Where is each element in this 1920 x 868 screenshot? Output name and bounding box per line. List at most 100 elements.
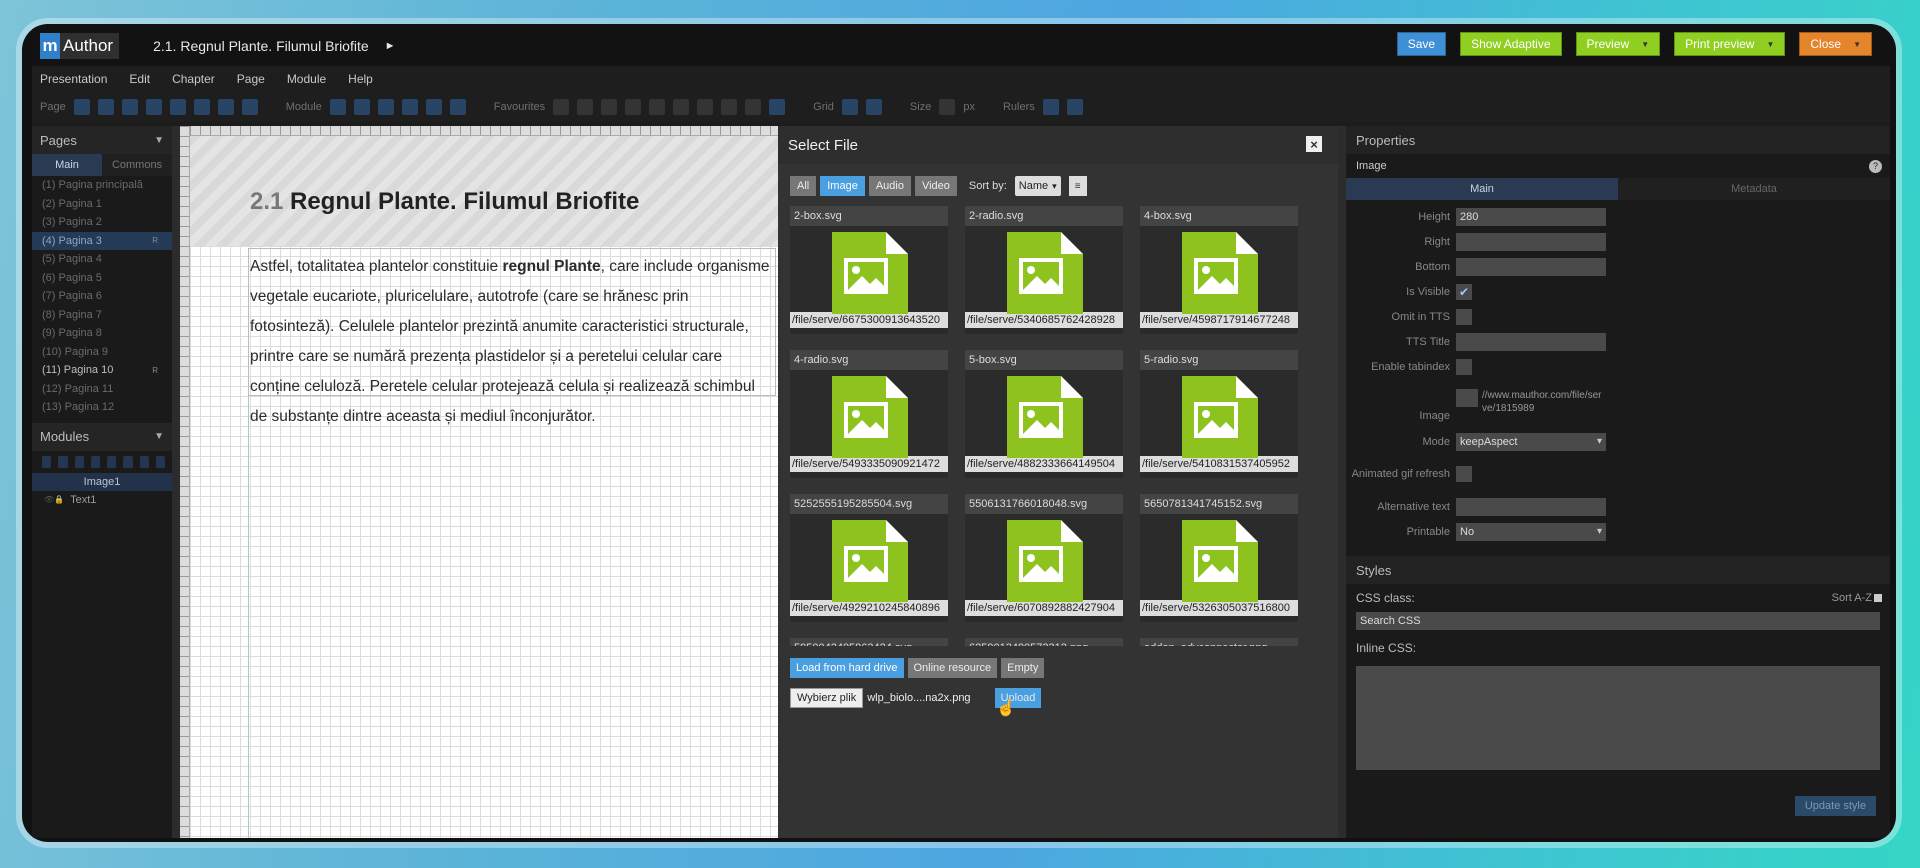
tab-main[interactable]: Main [32,154,102,176]
module-front-icon[interactable] [425,99,442,115]
page-item[interactable]: (11) Pagina 10 R [32,361,172,380]
page-item[interactable]: (13) Pagina 12 [32,398,172,417]
tts-title-input[interactable] [1456,332,1606,351]
close-icon[interactable]: × [1306,136,1322,152]
file-tile[interactable]: 6259013490573312.png [965,638,1123,646]
image-module-icon[interactable] [577,99,594,115]
mode-select[interactable]: keepAspect [1456,432,1606,451]
file-tile[interactable]: 5950042405863424.svg [790,638,948,646]
menu-module[interactable]: Module [287,72,326,86]
filter-image[interactable]: Image [820,176,865,196]
right-input[interactable] [1456,232,1606,251]
bottom-icon[interactable] [155,455,165,468]
file-tile[interactable]: 4-box.svg /file/serve/4598717914677248 [1140,206,1298,334]
page-item[interactable]: (10) Pagina 9 [32,343,172,362]
gallery-module-icon[interactable] [697,99,714,115]
file-tile[interactable]: 5650781341745152.svg /file/serve/5326305… [1140,494,1298,622]
module-paste-icon[interactable] [377,99,394,115]
preview-button[interactable]: Preview ▼ [1575,32,1661,56]
file-tile[interactable]: 2-radio.svg /file/serve/5340685762428928 [965,206,1123,334]
chart-module-icon[interactable] [649,99,666,115]
delete-icon[interactable] [90,455,100,468]
page-item[interactable]: (3) Pagina 2 [32,213,172,232]
modules-panel-header[interactable]: Modules ▼ [32,422,172,451]
page-item[interactable]: (7) Pagina 6 [32,287,172,306]
file-tile[interactable]: 5-radio.svg /file/serve/5410831537405952 [1140,350,1298,478]
tab-main[interactable]: Main [1346,178,1618,200]
module-copy-icon[interactable] [353,99,370,115]
page-delete-icon[interactable] [193,99,210,115]
play-icon[interactable]: ► [385,40,396,52]
is-visible-checkbox[interactable]: ✔ [1456,283,1472,300]
close-button[interactable]: Close ▼ [1799,32,1872,56]
page-item[interactable]: (8) Pagina 7 [32,306,172,325]
omit-tts-checkbox[interactable] [1456,308,1472,325]
search-css-input[interactable]: Search CSS [1356,612,1880,630]
add-page-icon[interactable] [73,99,90,115]
file-tile[interactable]: 5252555195285504.svg /file/serve/4929210… [790,494,948,622]
menu-presentation[interactable]: Presentation [40,72,107,86]
file-tile[interactable]: 2-box.svg /file/serve/6675300913643520 [790,206,948,334]
help-icon[interactable]: ? [1869,159,1882,173]
file-tile[interactable]: 4-radio.svg /file/serve/5493335090921472 [790,350,948,478]
left-splitter[interactable] [172,126,180,838]
size-input[interactable] [939,99,956,115]
audio-module-icon[interactable] [721,99,738,115]
list-module-icon[interactable] [673,99,690,115]
show-adaptive-button[interactable]: Show Adaptive [1460,32,1562,56]
down-icon[interactable] [123,455,133,468]
filter-video[interactable]: Video [914,176,957,196]
gear-icon[interactable] [769,99,786,115]
image-browse-button[interactable] [1456,389,1478,407]
page-item-selected[interactable]: (4) Pagina 3 R [32,231,172,250]
page-props-icon[interactable] [121,99,138,115]
page-item[interactable]: (1) Pagina principală [32,176,172,195]
copy-icon[interactable] [74,455,84,468]
page-down-icon[interactable] [241,99,258,115]
caret-down-icon[interactable]: ▼ [154,135,164,146]
visibility-icon[interactable] [42,455,52,468]
save-button[interactable]: Save [1396,32,1447,56]
sort-az-checkbox[interactable] [1874,594,1882,602]
file-tile[interactable]: 5-box.svg /file/serve/4882333664149504 [965,350,1123,478]
grid-refresh-icon[interactable] [865,99,882,115]
lock-icon[interactable] [58,455,68,468]
module-delete-icon[interactable] [401,99,418,115]
file-tile[interactable]: addon_advconnector.png [1140,638,1298,646]
module-item-text1[interactable]: 👁🔒 Text1 [32,491,172,509]
rulers-refresh-icon[interactable] [1066,99,1083,115]
page-item[interactable]: (2) Pagina 1 [32,195,172,214]
page-item[interactable]: (9) Pagina 8 [32,324,172,343]
page-item[interactable]: (5) Pagina 4 [32,250,172,269]
print-preview-button[interactable]: Print preview ▼ [1674,32,1786,56]
filter-all[interactable]: All [790,176,817,196]
sort-direction-icon[interactable]: ≡ [1068,176,1087,196]
height-input[interactable]: 280 [1456,207,1606,226]
top-icon[interactable] [139,455,149,468]
page-item[interactable]: (6) Pagina 5 [32,269,172,288]
load-from-hard-drive-button[interactable]: Load from hard drive [790,658,904,678]
module-back-icon[interactable] [449,99,466,115]
online-resource-button[interactable]: Online resource [907,658,998,678]
menu-page[interactable]: Page [237,72,265,86]
update-style-button[interactable]: Update style [1794,796,1876,816]
menu-chapter[interactable]: Chapter [172,72,215,86]
page-canvas[interactable]: 2.1 Regnul Plante. Filumul Briofite Astf… [180,126,778,838]
caret-down-icon[interactable]: ▼ [154,431,164,442]
menu-help[interactable]: Help [348,72,373,86]
empty-button[interactable]: Empty [1001,658,1045,678]
filter-audio[interactable]: Audio [868,176,911,196]
printable-select[interactable]: No [1456,522,1606,541]
sort-select[interactable]: Name ▾ [1014,176,1061,196]
inline-css-textarea[interactable] [1356,666,1880,770]
text-module-icon[interactable] [553,99,570,115]
youtube-module-icon[interactable] [745,99,762,115]
alt-text-input[interactable] [1456,497,1606,516]
tab-commons[interactable]: Commons [102,154,172,176]
tabindex-checkbox[interactable] [1456,358,1472,375]
up-icon[interactable] [107,455,117,468]
module-item-image1[interactable]: Image1 [32,472,172,491]
grid-toggle-icon[interactable] [841,99,858,115]
pages-panel-header[interactable]: Pages ▼ [32,126,172,154]
module-cut-icon[interactable] [329,99,346,115]
